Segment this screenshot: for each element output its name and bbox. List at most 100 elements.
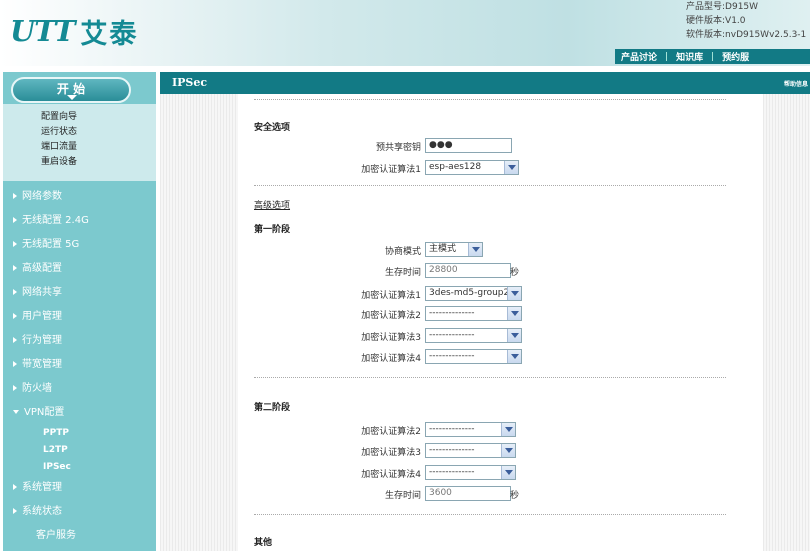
chevron-down-icon bbox=[507, 350, 521, 363]
quick-link-traffic[interactable]: 端口流量 bbox=[41, 140, 156, 155]
caret-right-icon bbox=[13, 265, 17, 271]
phase1-heading: 第一阶段 bbox=[254, 225, 291, 235]
phase1-enc3-label: 加密认证算法3 bbox=[361, 333, 421, 343]
chevron-down-icon bbox=[501, 423, 515, 436]
sidebar-item-advanced[interactable]: 高级配置 bbox=[3, 257, 156, 281]
software-version-text: 软件版本:nvD915Wv2.5.3-1 bbox=[686, 30, 807, 40]
logo-mark: UTT bbox=[10, 14, 75, 48]
caret-right-icon bbox=[13, 385, 17, 391]
nav-appointment-link[interactable]: 预约服 bbox=[722, 50, 749, 63]
sidebar-item-users[interactable]: 用户管理 bbox=[3, 305, 156, 329]
phase1-mode-label: 协商模式 bbox=[384, 247, 421, 257]
phase2-enc4-label: 加密认证算法4 bbox=[361, 470, 421, 480]
divider bbox=[254, 185, 726, 186]
caret-right-icon bbox=[13, 289, 17, 295]
sidebar-item-system[interactable]: 系统管理 bbox=[3, 476, 156, 500]
sidebar-item-status[interactable]: 系统状态 bbox=[3, 500, 156, 524]
start-button[interactable]: 开 始 bbox=[11, 77, 131, 103]
caret-right-icon bbox=[13, 313, 17, 319]
chevron-down-icon bbox=[507, 329, 521, 342]
phase1-enc4-select[interactable]: -------------- bbox=[425, 349, 522, 364]
page-title: IPSec bbox=[172, 76, 208, 89]
phase2-enc2-select[interactable]: -------------- bbox=[425, 422, 516, 437]
caret-right-icon bbox=[13, 337, 17, 343]
sidebar-subitem-pptp[interactable]: PPTP bbox=[3, 425, 156, 442]
security-enc1-select[interactable]: esp-aes128 bbox=[425, 160, 519, 175]
phase2-lifetime-label: 生存时间 bbox=[384, 491, 421, 501]
phase1-enc1-label: 加密认证算法1 bbox=[361, 291, 421, 301]
top-nav: 产品讨论 | 知识库 | 预约服 bbox=[615, 49, 810, 64]
phase2-enc3-label: 加密认证算法3 bbox=[361, 448, 421, 458]
brand-logo: UTT 艾泰 bbox=[10, 14, 139, 50]
advanced-options-link[interactable]: 高级选项 bbox=[254, 198, 290, 211]
content-title-bar: IPSec 帮助信息 bbox=[160, 72, 810, 94]
nav-discussion-link[interactable]: 产品讨论 bbox=[621, 50, 657, 63]
sidebar-menu: 网络参数 无线配置 2.4G 无线配置 5G 高级配置 网络共享 用户管理 行为… bbox=[3, 185, 156, 548]
sidebar-item-bandwidth[interactable]: 带宽管理 bbox=[3, 353, 156, 377]
help-link[interactable]: 帮助信息 bbox=[784, 79, 808, 88]
right-pattern bbox=[763, 94, 810, 551]
sidebar-item-vpn[interactable]: VPN配置 bbox=[3, 401, 156, 425]
left-pattern bbox=[160, 94, 238, 551]
quick-link-reboot[interactable]: 重启设备 bbox=[41, 155, 156, 170]
quick-link-status[interactable]: 运行状态 bbox=[41, 125, 156, 140]
sidebar-item-network[interactable]: 网络参数 bbox=[3, 185, 156, 209]
sidebar-item-sharing[interactable]: 网络共享 bbox=[3, 281, 156, 305]
phase1-enc2-select[interactable]: -------------- bbox=[425, 306, 522, 321]
main-panel: 安全选项 预共享密钥 ●●● 加密认证算法1 esp-aes128 高级选项 第… bbox=[160, 94, 810, 551]
sidebar-item-service[interactable]: 客户服务 bbox=[3, 524, 156, 548]
other-heading: 其他 bbox=[254, 538, 273, 548]
chevron-down-icon bbox=[501, 444, 515, 457]
phase1-enc3-select[interactable]: -------------- bbox=[425, 328, 522, 343]
security-enc1-label: 加密认证算法1 bbox=[361, 165, 421, 175]
quick-link-wizard[interactable]: 配置向导 bbox=[41, 110, 156, 125]
phase1-mode-select[interactable]: 主模式 bbox=[425, 242, 483, 257]
top-header: UTT 艾泰 产品型号:D915W 硬件版本:V1.0 软件版本:nvD915W… bbox=[0, 0, 810, 66]
phase2-enc3-select[interactable]: -------------- bbox=[425, 443, 516, 458]
model-text: 产品型号:D915W bbox=[686, 2, 759, 12]
ipsec-form: 安全选项 预共享密钥 ●●● 加密认证算法1 esp-aes128 高级选项 第… bbox=[238, 94, 763, 551]
chevron-down-icon bbox=[507, 287, 521, 300]
nav-knowledge-link[interactable]: 知识库 bbox=[676, 50, 703, 63]
phase1-lifetime-unit: 秒 bbox=[510, 268, 520, 278]
sidebar-item-behavior[interactable]: 行为管理 bbox=[3, 329, 156, 353]
phase2-lifetime-input[interactable]: 3600 bbox=[425, 486, 511, 501]
chevron-down-icon bbox=[67, 95, 77, 100]
chevron-down-icon bbox=[501, 466, 515, 479]
chevron-down-icon bbox=[504, 161, 518, 174]
sidebar-subitem-ipsec[interactable]: IPSec bbox=[3, 459, 156, 476]
caret-right-icon bbox=[13, 217, 17, 223]
security-heading: 安全选项 bbox=[254, 123, 291, 133]
caret-right-icon bbox=[13, 508, 17, 514]
phase2-enc2-label: 加密认证算法2 bbox=[361, 427, 421, 437]
chevron-down-icon bbox=[507, 307, 521, 320]
psk-label: 预共享密钥 bbox=[375, 143, 421, 153]
divider bbox=[254, 377, 726, 378]
phase2-enc4-select[interactable]: -------------- bbox=[425, 465, 516, 480]
version-info: 产品型号:D915W 硬件版本:V1.0 软件版本:nvD915Wv2.5.3-… bbox=[686, 0, 806, 42]
phase1-lifetime-input[interactable]: 28800 bbox=[425, 263, 511, 278]
caret-right-icon bbox=[13, 484, 17, 490]
sidebar-item-wireless-5g[interactable]: 无线配置 5G bbox=[3, 233, 156, 257]
quick-links: 配置向导 运行状态 端口流量 重启设备 bbox=[3, 104, 156, 181]
caret-right-icon bbox=[13, 241, 17, 247]
chevron-down-icon bbox=[468, 243, 482, 256]
phase1-enc2-label: 加密认证算法2 bbox=[361, 311, 421, 321]
phase1-enc1-select[interactable]: 3des-md5-group2 bbox=[425, 286, 522, 301]
divider bbox=[254, 514, 726, 515]
phase1-enc4-label: 加密认证算法4 bbox=[361, 354, 421, 364]
caret-right-icon bbox=[13, 361, 17, 367]
phase2-heading: 第二阶段 bbox=[254, 403, 291, 413]
sidebar-item-wireless-24g[interactable]: 无线配置 2.4G bbox=[3, 209, 156, 233]
psk-input[interactable]: ●●● bbox=[425, 138, 512, 153]
phase1-lifetime-label: 生存时间 bbox=[384, 268, 421, 278]
hardware-version-text: 硬件版本:V1.0 bbox=[686, 16, 746, 26]
logo-name: 艾泰 bbox=[80, 18, 139, 50]
caret-right-icon bbox=[13, 193, 17, 199]
sidebar: 开 始 配置向导 运行状态 端口流量 重启设备 网络参数 无线配置 2.4G 无… bbox=[3, 72, 156, 551]
divider bbox=[254, 99, 726, 100]
caret-down-icon bbox=[13, 410, 19, 414]
sidebar-subitem-l2tp[interactable]: L2TP bbox=[3, 442, 156, 459]
sidebar-item-firewall[interactable]: 防火墙 bbox=[3, 377, 156, 401]
phase2-lifetime-unit: 秒 bbox=[510, 491, 520, 501]
